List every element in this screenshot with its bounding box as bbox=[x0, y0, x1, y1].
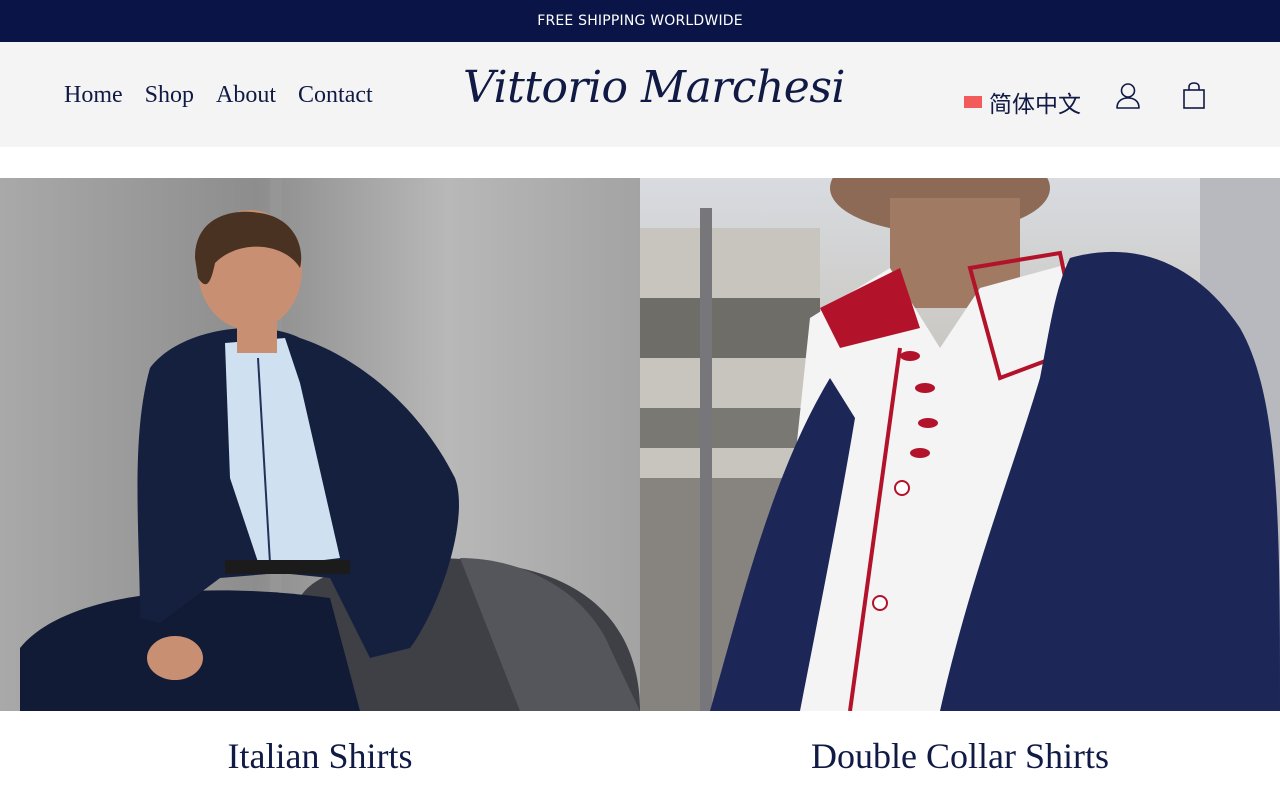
nav-home-link[interactable]: Home bbox=[64, 82, 123, 109]
nav-contact-link[interactable]: Contact bbox=[298, 82, 373, 109]
shopping-bag-icon[interactable] bbox=[1182, 82, 1206, 115]
main-nav: Home Shop About Contact bbox=[64, 82, 373, 109]
double-collar-shirts-image[interactable] bbox=[640, 178, 1280, 711]
language-selector[interactable]: 简体中文 bbox=[964, 85, 1081, 119]
announcement-bar: FREE SHIPPING WORLDWIDE bbox=[0, 0, 1280, 42]
italian-shirts-image[interactable] bbox=[0, 178, 640, 711]
brand-logo[interactable]: Vittorio Marchesi bbox=[463, 62, 846, 113]
user-icon[interactable] bbox=[1115, 82, 1141, 115]
nav-about-link[interactable]: About bbox=[216, 82, 276, 109]
collection-title-italian-shirts[interactable]: Italian Shirts bbox=[0, 711, 640, 800]
nav-shop-link[interactable]: Shop bbox=[145, 82, 194, 109]
collection-title-double-collar-shirts[interactable]: Double Collar Shirts bbox=[640, 711, 1280, 800]
china-flag-icon bbox=[964, 96, 982, 108]
announcement-text: FREE SHIPPING WORLDWIDE bbox=[537, 13, 743, 29]
language-label: 简体中文 bbox=[989, 92, 1081, 118]
site-header: Home Shop About Contact Vittorio Marches… bbox=[0, 42, 1280, 147]
